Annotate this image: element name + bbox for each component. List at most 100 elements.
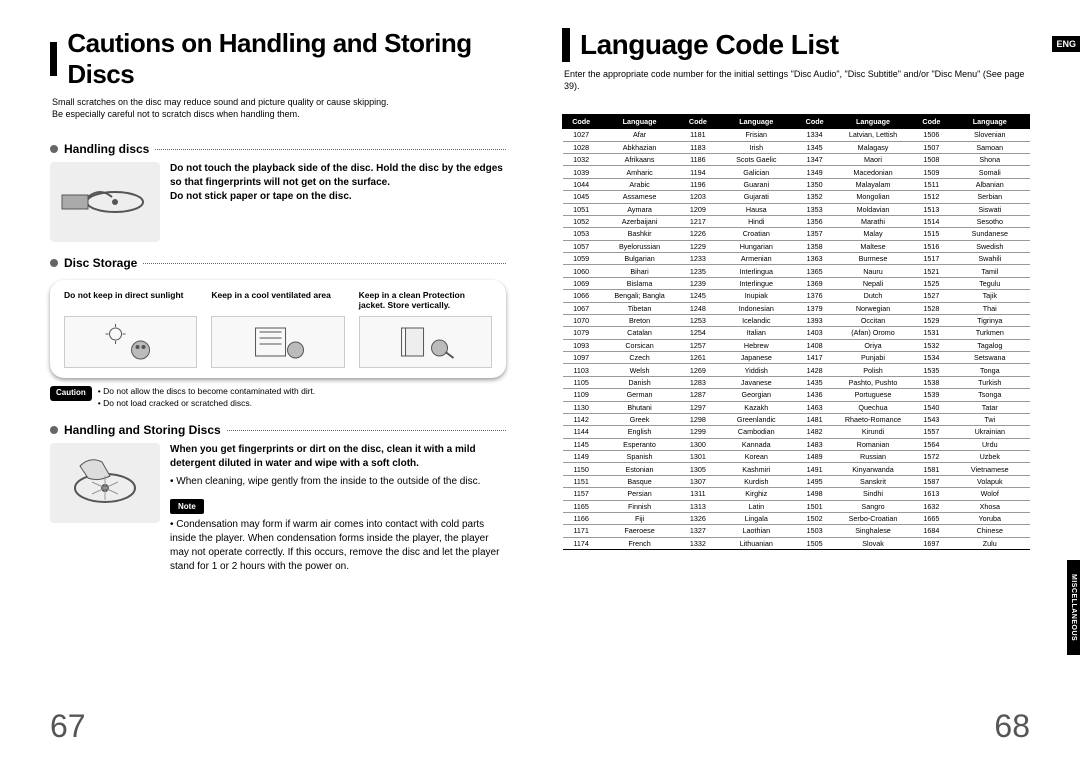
storage-illustration xyxy=(64,316,197,368)
code-cell: 1057 xyxy=(563,240,600,252)
code-cell: 1299 xyxy=(679,426,716,438)
code-cell: 1528 xyxy=(913,302,950,314)
code-cell: 1463 xyxy=(796,401,833,413)
code-cell: 1305 xyxy=(679,463,716,475)
language-cell: Ukrainian xyxy=(950,426,1029,438)
code-cell: 1587 xyxy=(913,475,950,487)
code-cell: 1332 xyxy=(679,537,716,549)
language-cell: Oriya xyxy=(833,339,912,351)
language-cell: Tegulu xyxy=(950,277,1029,289)
code-cell: 1436 xyxy=(796,389,833,401)
section-title: Handling discs xyxy=(64,142,149,156)
code-cell: 1283 xyxy=(679,376,716,388)
language-cell: Hausa xyxy=(717,203,796,215)
caution-list: Do not allow the discs to become contami… xyxy=(98,386,315,409)
language-cell: Bulgarian xyxy=(600,253,679,265)
code-cell: 1516 xyxy=(913,240,950,252)
language-cell: Hebrew xyxy=(717,339,796,351)
th-code: Code xyxy=(563,115,600,129)
code-cell: 1196 xyxy=(679,178,716,190)
code-cell: 1697 xyxy=(913,537,950,549)
language-cell: French xyxy=(600,537,679,549)
language-cell: Rhaeto-Romance xyxy=(833,413,912,425)
code-cell: 1269 xyxy=(679,364,716,376)
code-cell: 1186 xyxy=(679,154,716,166)
storage-item-sunlight: Do not keep in direct sunlight xyxy=(64,290,197,368)
code-cell: 1217 xyxy=(679,215,716,227)
code-cell: 1534 xyxy=(913,352,950,364)
th-lang: Language xyxy=(950,115,1029,129)
language-cell: Tajik xyxy=(950,290,1029,302)
language-cell: Greenlandic xyxy=(717,413,796,425)
section-disc-storage: Disc Storage Do not keep in direct sunli… xyxy=(50,256,506,409)
caution-item: Do not load cracked or scratched discs. xyxy=(98,398,315,409)
code-cell: 1512 xyxy=(913,191,950,203)
table-row: 1149Spanish1301Korean1489Russian1572Uzbe… xyxy=(563,451,1030,463)
storage-item-jacket: Keep in a clean Protection jacket. Store… xyxy=(359,290,492,368)
language-cell: Sindhi xyxy=(833,488,912,500)
language-cell: Swahili xyxy=(950,253,1029,265)
code-cell: 1297 xyxy=(679,401,716,413)
language-cell: Afrikaans xyxy=(600,154,679,166)
language-cell: Lingala xyxy=(717,512,796,524)
code-cell: 1483 xyxy=(796,438,833,450)
language-cell: Thai xyxy=(950,302,1029,314)
title-accent xyxy=(562,28,570,62)
dotted-rule xyxy=(227,430,506,431)
language-cell: Shona xyxy=(950,154,1029,166)
intro-left: Small scratches on the disc may reduce s… xyxy=(52,96,506,120)
table-row: 1103Welsh1269Yiddish1428Polish1535Tonga xyxy=(563,364,1030,376)
th-lang: Language xyxy=(717,115,796,129)
caution-row: Caution Do not allow the discs to become… xyxy=(50,386,506,409)
storage-illustration xyxy=(359,316,492,368)
language-cell: Serbian xyxy=(950,191,1029,203)
sec3-bold: When you get fingerprints or dirt on the… xyxy=(170,444,476,469)
language-cell: Sangro xyxy=(833,500,912,512)
table-row: 1059Bulgarian1233Armenian1363Burmese1517… xyxy=(563,253,1030,265)
caution-badge: Caution xyxy=(50,386,92,401)
code-cell: 1209 xyxy=(679,203,716,215)
language-cell: Tamil xyxy=(950,265,1029,277)
table-row: 1142Greek1298Greenlandic1481Rhaeto-Roman… xyxy=(563,413,1030,425)
language-cell: Faeroese xyxy=(600,525,679,537)
code-cell: 1501 xyxy=(796,500,833,512)
language-cell: German xyxy=(600,389,679,401)
code-cell: 1538 xyxy=(913,376,950,388)
code-cell: 1150 xyxy=(563,463,600,475)
language-cell: Finnish xyxy=(600,500,679,512)
code-cell: 1481 xyxy=(796,413,833,425)
language-cell: Moldavian xyxy=(833,203,912,215)
code-cell: 1287 xyxy=(679,389,716,401)
title-bar-right: Language Code List xyxy=(562,28,1030,62)
code-cell: 1632 xyxy=(913,500,950,512)
th-code: Code xyxy=(913,115,950,129)
language-cell: Assamese xyxy=(600,191,679,203)
table-row: 1051Aymara1209Hausa1353Moldavian1513Sisw… xyxy=(563,203,1030,215)
language-cell: Cambodian xyxy=(717,426,796,438)
language-cell: Laothian xyxy=(717,525,796,537)
page-number-right: 68 xyxy=(994,708,1030,745)
language-cell: Bhutani xyxy=(600,401,679,413)
language-cell: Swedish xyxy=(950,240,1029,252)
code-cell: 1408 xyxy=(796,339,833,351)
section-tab: MISCELLANEOUS xyxy=(1067,560,1080,655)
language-cell: English xyxy=(600,426,679,438)
language-cell: Sundanese xyxy=(950,228,1029,240)
table-row: 1130Bhutani1297Kazakh1463Quechua1540Tata… xyxy=(563,401,1030,413)
language-cell: Tsonga xyxy=(950,389,1029,401)
table-row: 1151Basque1307Kurdish1495Sanskrit1587Vol… xyxy=(563,475,1030,487)
code-cell: 1572 xyxy=(913,451,950,463)
table-row: 1105Danish1283Javanese1435Pashto, Pushto… xyxy=(563,376,1030,388)
code-cell: 1525 xyxy=(913,277,950,289)
code-cell: 1254 xyxy=(679,327,716,339)
code-cell: 1067 xyxy=(563,302,600,314)
code-cell: 1529 xyxy=(913,314,950,326)
code-cell: 1059 xyxy=(563,253,600,265)
table-row: 1174French1332Lithuanian1505Slovak1697Zu… xyxy=(563,537,1030,549)
code-cell: 1349 xyxy=(796,166,833,178)
language-cell: Guarani xyxy=(717,178,796,190)
code-cell: 1229 xyxy=(679,240,716,252)
storage-illustration xyxy=(211,316,344,368)
language-cell: Georgian xyxy=(717,389,796,401)
code-cell: 1489 xyxy=(796,451,833,463)
